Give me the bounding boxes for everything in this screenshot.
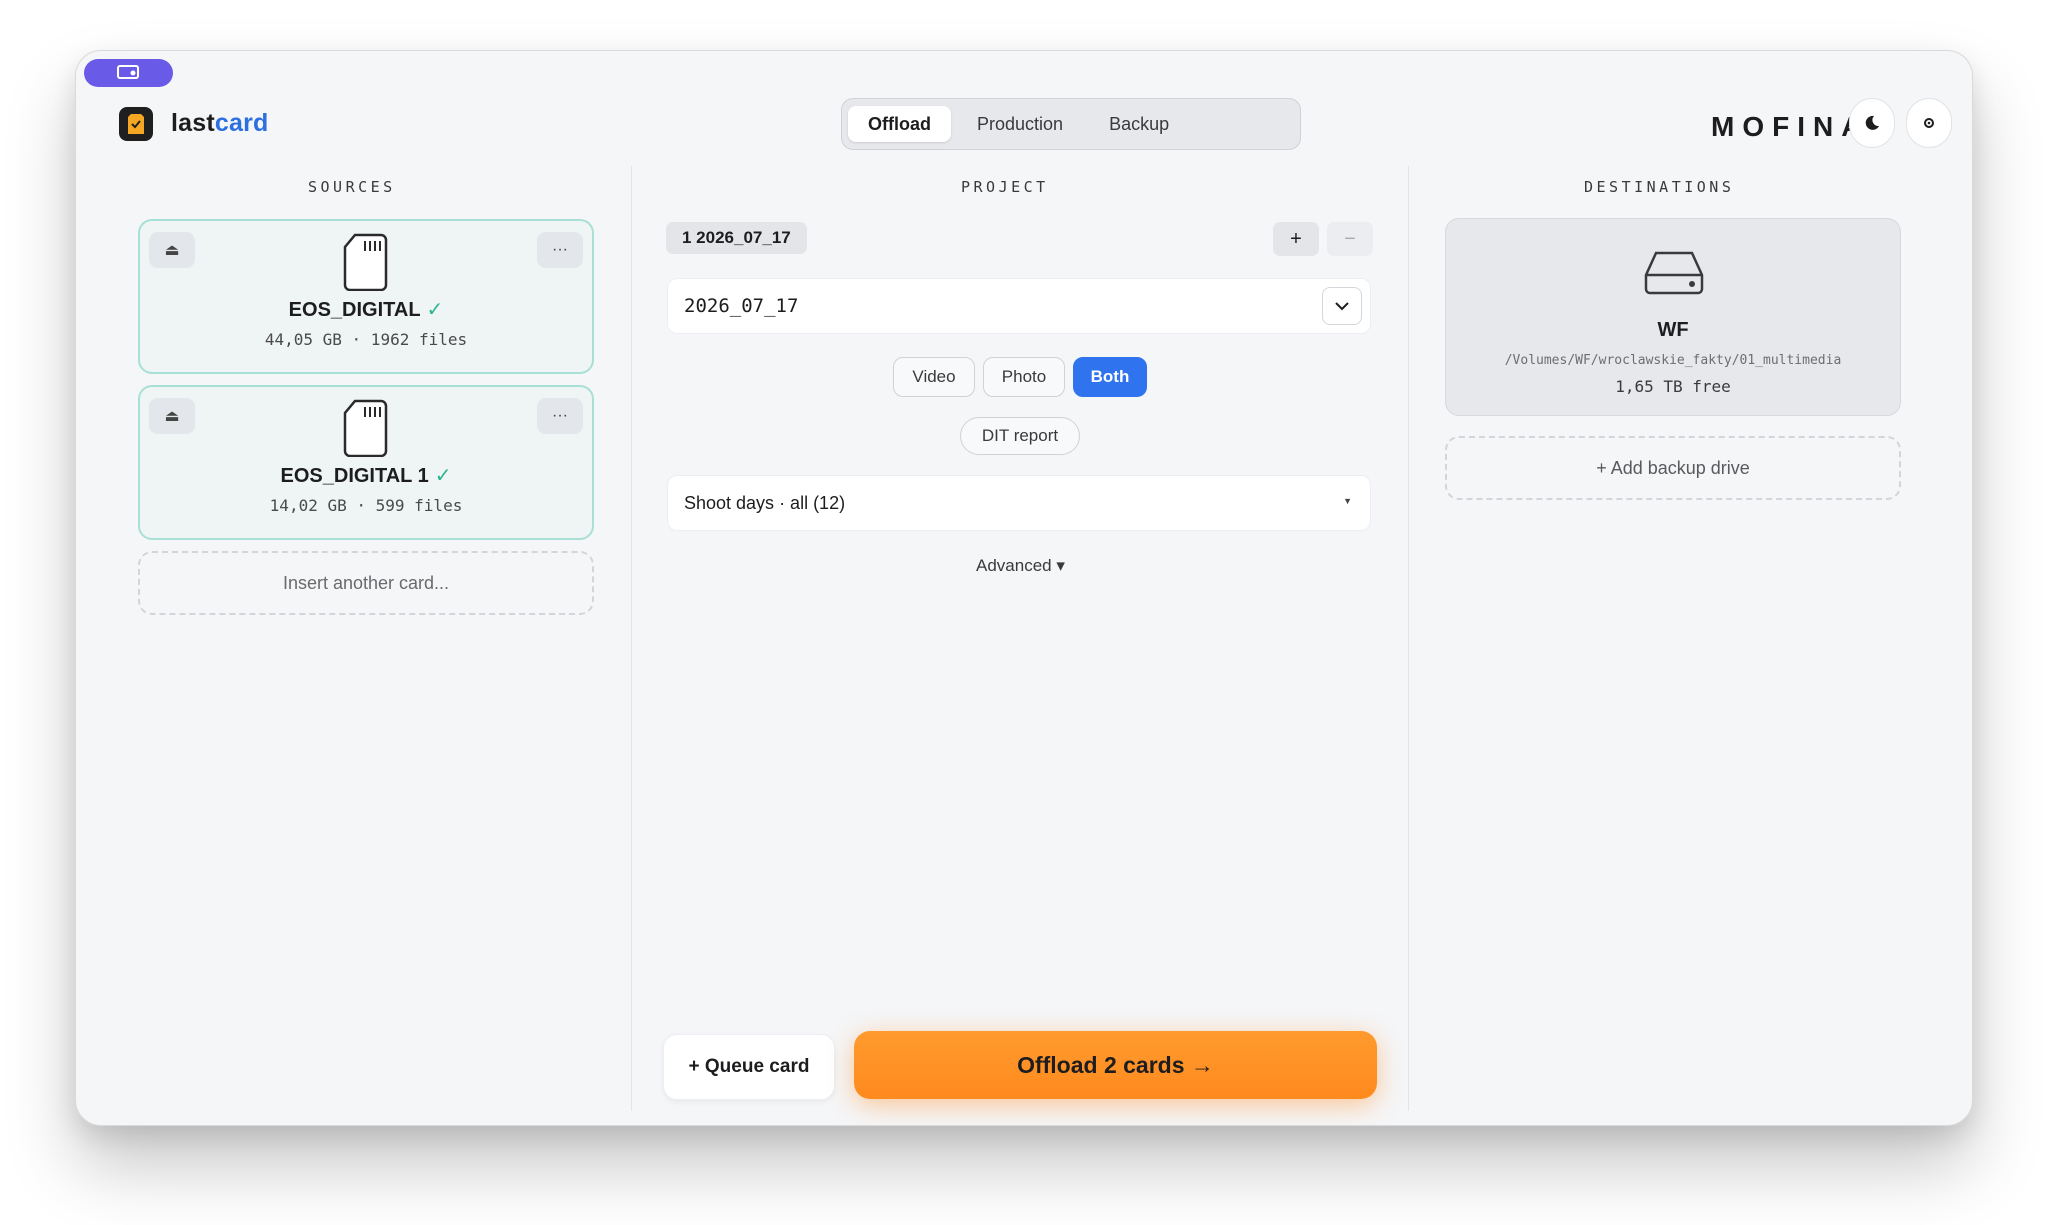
queue-card-button[interactable]: + Queue card [663,1034,835,1100]
check-icon: ✓ [434,465,452,487]
dit-report-button[interactable]: DIT report [960,417,1080,455]
add-backup-drive-button[interactable]: + Add backup drive [1445,436,1901,500]
drive-path: /Volumes/WF/wroclawskie_fakty/01_multime… [1504,353,1842,368]
drive-name: WF [1657,319,1689,341]
more-options-button[interactable]: ··· [537,398,583,434]
eject-icon: ⏏ [164,408,180,425]
settings-button[interactable] [1906,98,1952,148]
source-card[interactable]: ⏏ ··· EOS_DIGITAL ✓ 44,05 GB · 1962 files [138,219,594,374]
eject-icon: ⏏ [164,242,180,259]
more-icon: ··· [552,407,568,424]
project-name-field[interactable]: 2026_07_17 [667,278,1371,334]
screen-share-icon [116,65,139,79]
media-type-both[interactable]: Both [1073,357,1147,397]
moon-icon [1865,115,1879,130]
project-chip[interactable]: 1 2026_07_17 [666,222,807,254]
destinations-title: DESTINATIONS [1584,178,1735,196]
media-type-photo[interactable]: Photo [983,357,1065,397]
project-dropdown-button[interactable] [1322,287,1362,325]
source-card-name: EOS_DIGITAL ✓ [140,297,592,322]
eject-button[interactable]: ⏏ [149,398,195,434]
mode-tabs: Offload Production Backup [841,98,1301,150]
gear-icon [1924,118,1934,128]
sources-title: SOURCES [308,178,396,196]
media-type-video[interactable]: Video [893,357,975,397]
app-name-part2: card [214,109,269,137]
app-window: lastcard Offload Production Backup MOFIN… [75,50,1973,1126]
remove-project-button[interactable]: − [1327,222,1373,256]
source-card-meta: 14,02 GB · 599 files [269,496,463,515]
more-icon: ··· [552,241,568,258]
tab-backup[interactable]: Backup [1089,106,1189,142]
sd-card-logo-icon [128,114,144,134]
app-name: lastcard [171,109,269,138]
shoot-days-select[interactable]: Shoot days · all (12) ▼ [667,475,1371,531]
hard-drive-icon [1644,251,1704,295]
card-name-text: EOS_DIGITAL [288,299,421,321]
more-options-button[interactable]: ··· [537,232,583,268]
advanced-toggle[interactable]: Advanced ▾ [976,556,1065,576]
app-name-part1: last [171,109,215,137]
tab-production[interactable]: Production [957,106,1083,142]
eject-button[interactable]: ⏏ [149,232,195,268]
column-divider [1408,166,1409,1111]
brand-logo: MOFINA [1711,111,1870,142]
project-name-value: 2026_07_17 [684,295,799,317]
source-card-name: EOS_DIGITAL 1 ✓ [140,463,592,488]
column-divider [631,166,632,1111]
tab-offload[interactable]: Offload [848,106,951,142]
offload-button[interactable]: Offload 2 cards → [854,1031,1377,1099]
source-card-meta: 44,05 GB · 1962 files [264,330,468,349]
dark-mode-button[interactable] [1849,98,1895,148]
card-name-text: EOS_DIGITAL 1 [280,465,429,487]
source-card[interactable]: ⏏ ··· EOS_DIGITAL 1 ✓ 14,02 GB · 599 file… [138,385,594,540]
sd-card-icon [343,399,388,457]
screen-share-indicator[interactable] [84,59,173,87]
destination-drive-card[interactable]: WF /Volumes/WF/wroclawskie_fakty/01_mult… [1445,218,1901,416]
caret-down-icon: ▼ [1343,496,1352,506]
check-icon: ✓ [426,299,444,321]
app-logo [119,107,153,141]
sd-card-icon [343,233,388,291]
shoot-days-value: Shoot days · all (12) [684,493,846,513]
insert-card-placeholder[interactable]: Insert another card... [138,551,594,615]
add-project-button[interactable]: + [1273,222,1319,256]
chevron-down-icon [1335,302,1349,311]
drive-free-space: 1,65 TB free [1615,377,1731,396]
project-title: PROJECT [961,178,1049,196]
